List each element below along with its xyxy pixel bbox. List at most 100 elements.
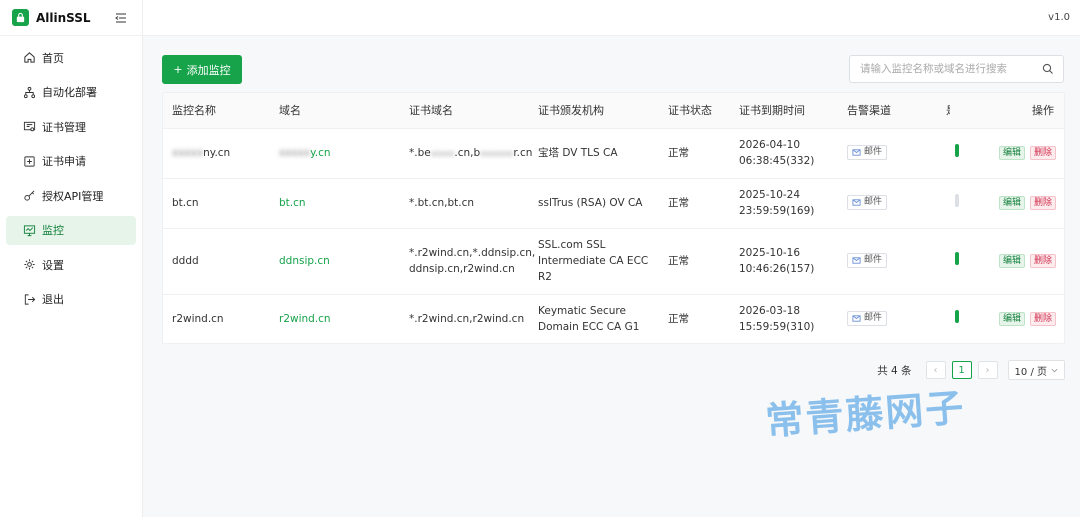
domain-link[interactable]: bt.cn — [270, 178, 400, 229]
search-input[interactable] — [860, 63, 1040, 75]
search-box[interactable] — [849, 55, 1064, 83]
sidebar-item-label: 证书申请 — [42, 155, 86, 168]
gear-icon — [22, 258, 36, 272]
column-header[interactable]: 证书到期时间 — [730, 93, 838, 129]
sidebar-item-auto-deploy[interactable]: 自动化部署 — [6, 78, 136, 107]
collapse-sidebar-icon[interactable] — [114, 11, 128, 25]
column-header[interactable]: 告警渠道 — [838, 93, 946, 129]
delete-button[interactable]: 删除 — [1029, 146, 1056, 160]
sidebar-item-home[interactable]: 首页 — [6, 43, 136, 72]
certificate-icon — [22, 120, 36, 134]
monitor-name-cell: bt.cn — [163, 178, 270, 229]
alert-channel-badge: 邮件 — [847, 310, 888, 326]
domain-link[interactable]: r2wind.cn — [270, 294, 400, 343]
edit-button[interactable]: 编辑 — [998, 196, 1025, 210]
monitor-table: 监控名称 域名 证书域名 证书颁发机构 证书状态 证书到期时间 告警渠道 是 操… — [162, 92, 1065, 344]
table-row: dddd ddnsip.cn *.r2wind.cn,*.ddnsip.cn, d… — [163, 228, 1064, 295]
brand-name: AllinSSL — [36, 10, 91, 25]
plus-square-icon — [22, 154, 36, 168]
sidebar-item-label: 退出 — [42, 293, 64, 306]
version-label: v1.0 — [1048, 12, 1070, 23]
mail-icon — [852, 198, 861, 206]
add-monitor-label: 添加监控 — [186, 63, 231, 77]
page-size-value: 10 / 页 — [1014, 366, 1047, 378]
column-header[interactable]: 证书域名 — [400, 93, 529, 129]
column-header[interactable]: 操作 — [986, 93, 1064, 129]
table-header-row: 监控名称 域名 证书域名 证书颁发机构 证书状态 证书到期时间 告警渠道 是 操… — [163, 93, 1064, 129]
sidebar: AllinSSL 首页 自动化部署 证书管理 证书申请 授权API管理 监控 设… — [0, 0, 143, 517]
expiry-cell: 2025-10-24 23:59:59(169) — [730, 178, 838, 229]
sidebar-item-label: 自动化部署 — [42, 86, 97, 99]
table-row: bt.cn bt.cn *.bt.cn,bt.cn sslTrus (RSA) … — [163, 178, 1064, 229]
enable-toggle[interactable] — [955, 310, 959, 323]
workflow-icon — [22, 85, 36, 99]
cert-domain-cell: *.bt.cn,bt.cn — [400, 178, 529, 229]
sidebar-item-cert-manage[interactable]: 证书管理 — [6, 112, 136, 141]
sidebar-item-label: 证书管理 — [42, 120, 86, 134]
table-row: r2wind.cn r2wind.cn *.r2wind.cn,r2wind.c… — [163, 294, 1064, 343]
column-header[interactable]: 是 — [946, 93, 986, 129]
brand-logo-icon — [12, 9, 29, 26]
edit-button[interactable]: 编辑 — [998, 254, 1025, 268]
edit-button[interactable]: 编辑 — [998, 312, 1025, 326]
prev-page-button[interactable]: ‹ — [925, 361, 946, 379]
issuer-cell: Keymatic Secure Domain ECC CA G1 — [529, 294, 659, 343]
issuer-cell: 宝塔 DV TLS CA — [529, 128, 659, 179]
edit-button[interactable]: 编辑 — [998, 146, 1025, 160]
delete-button[interactable]: 删除 — [1029, 312, 1056, 326]
sidebar-item-monitor[interactable]: 监控 — [6, 215, 136, 245]
domain-link[interactable]: ddnsip.cn — [270, 228, 400, 295]
home-icon — [22, 51, 36, 65]
status-cell: 正常 — [659, 228, 730, 295]
key-icon — [22, 189, 36, 203]
sidebar-item-label: 授权API管理 — [42, 189, 104, 203]
monitor-icon — [22, 223, 36, 237]
search-icon[interactable] — [1042, 63, 1054, 75]
expiry-cell: 2026-04-10 06:38:45(332) — [730, 128, 838, 179]
status-cell: 正常 — [659, 178, 730, 229]
column-header[interactable]: 证书状态 — [659, 93, 730, 129]
sidebar-item-api[interactable]: 授权API管理 — [6, 181, 136, 210]
monitor-name-cell: xxxxxny.cn — [163, 128, 270, 179]
enable-toggle[interactable] — [955, 252, 959, 265]
mail-icon — [852, 256, 861, 264]
alert-channel-badge: 邮件 — [847, 144, 888, 160]
cert-domain-cell: *.r2wind.cn,*.ddnsip.cn, ddnsip.cn,r2wind… — [400, 228, 535, 295]
sidebar-item-label: 监控 — [42, 224, 64, 237]
monitor-name-cell: r2wind.cn — [163, 294, 270, 343]
mail-icon — [852, 148, 861, 156]
top-header: v1.0 — [143, 0, 1080, 36]
monitor-name-cell: dddd — [163, 228, 270, 295]
cert-domain-cell: *.r2wind.cn,r2wind.cn — [400, 294, 529, 343]
column-header[interactable]: 域名 — [270, 93, 400, 129]
issuer-cell: SSL.com SSL Intermediate CA ECC R2 — [529, 228, 659, 295]
delete-button[interactable]: 删除 — [1029, 196, 1056, 210]
status-cell: 正常 — [659, 294, 730, 343]
plus-icon: + — [173, 63, 183, 76]
sidebar-item-settings[interactable]: 设置 — [6, 250, 136, 279]
domain-link[interactable]: xxxxxy.cn — [270, 128, 400, 179]
main-content: + 添加监控 监控名称 域名 证书域名 证书颁发机构 证书状态 证书到期时间 告… — [143, 36, 1080, 517]
alert-channel-badge: 邮件 — [847, 194, 888, 210]
table-row: xxxxxny.cn xxxxxy.cn *.bexxxxx.cn,bxxxxx… — [163, 128, 1064, 179]
sidebar-item-logout[interactable]: 退出 — [6, 285, 136, 314]
enable-toggle[interactable] — [955, 144, 959, 157]
expiry-cell: 2025-10-16 10:46:26(157) — [730, 228, 838, 295]
chevron-down-icon — [1051, 368, 1058, 372]
issuer-cell: sslTrus (RSA) OV CA — [529, 178, 659, 229]
enable-toggle[interactable] — [955, 194, 959, 207]
cert-domain-cell: *.bexxxxx.cn,bxxxxxxxr.cn — [400, 128, 532, 179]
column-header[interactable]: 证书颁发机构 — [529, 93, 659, 129]
mail-icon — [852, 314, 861, 322]
sidebar-nav: 首页 自动化部署 证书管理 证书申请 授权API管理 监控 设置 退出 — [0, 36, 142, 323]
alert-channel-badge: 邮件 — [847, 252, 888, 268]
delete-button[interactable]: 删除 — [1029, 254, 1056, 268]
sidebar-item-cert-apply[interactable]: 证书申请 — [6, 147, 136, 176]
status-cell: 正常 — [659, 128, 730, 179]
add-monitor-button[interactable]: + 添加监控 — [162, 55, 242, 84]
expiry-cell: 2026-03-18 15:59:59(310) — [730, 294, 838, 343]
pagination-total: 共 4 条 — [877, 364, 912, 377]
logout-icon — [22, 292, 36, 306]
column-header[interactable]: 监控名称 — [163, 93, 270, 129]
page-size-select[interactable]: 10 / 页 — [1007, 360, 1065, 380]
